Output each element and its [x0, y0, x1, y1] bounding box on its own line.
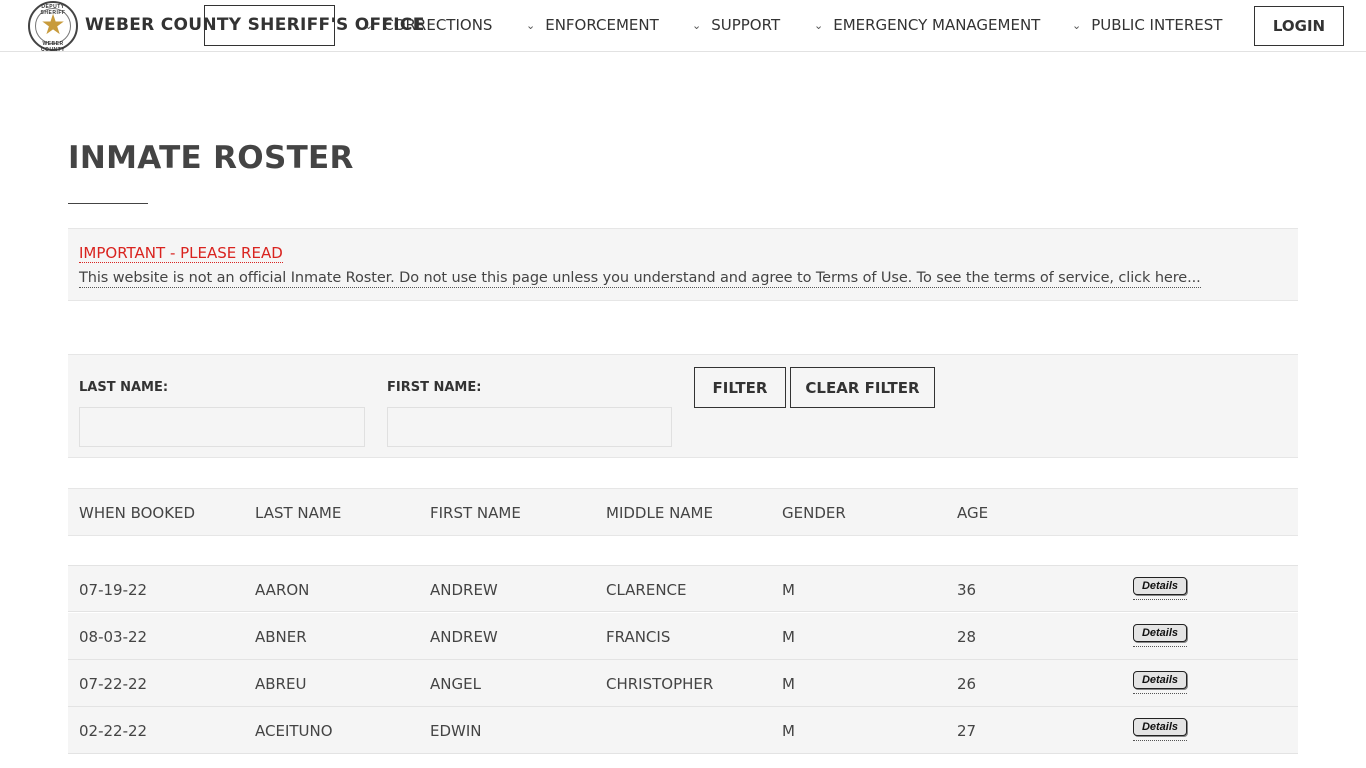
column-middle-name: MIDDLE NAME — [606, 504, 713, 522]
cell-first-name: ANDREW — [430, 628, 498, 646]
cell-middle-name: CHRISTOPHER — [606, 675, 714, 693]
first-name-label: FIRST NAME: — [387, 380, 482, 395]
chevron-down-icon: ⌄ — [692, 19, 702, 32]
column-gender: GENDER — [782, 504, 846, 522]
sheriff-star-icon: ★ — [40, 9, 66, 40]
nav-enforcement[interactable]: ⌄ ENFORCEMENT — [526, 16, 659, 34]
details-button[interactable]: Details — [1133, 671, 1187, 689]
cell-middle-name: CLARENCE — [606, 581, 687, 599]
table-header: WHEN BOOKED LAST NAME FIRST NAME MIDDLE … — [68, 488, 1298, 536]
cell-when-booked: 07-22-22 — [79, 675, 148, 693]
cell-gender: M — [782, 628, 795, 646]
login-button[interactable]: LOGIN — [1254, 6, 1344, 46]
column-last-name: LAST NAME — [255, 504, 342, 522]
aspirants-nav-box[interactable] — [204, 5, 335, 46]
details-button[interactable]: Details — [1133, 718, 1187, 736]
details-underline — [1133, 693, 1187, 694]
sheriff-badge-logo[interactable]: DEPUTY SHERIFF ★ WEBER COUNTY — [28, 1, 78, 53]
title-divider — [68, 203, 148, 204]
first-name-input[interactable] — [387, 407, 672, 447]
column-when-booked: WHEN BOOKED — [79, 504, 196, 522]
clear-filter-button[interactable]: CLEAR FILTER — [790, 367, 935, 408]
table-row: 07-22-22 ABREU ANGEL CHRISTOPHER M 26 De… — [68, 660, 1298, 707]
details-button[interactable]: Details — [1133, 577, 1187, 595]
cell-last-name: ABREU — [255, 675, 307, 693]
details-underline — [1133, 646, 1187, 647]
column-first-name: FIRST NAME — [430, 504, 521, 522]
page-title: INMATE ROSTER — [68, 140, 354, 176]
nav-public-interest[interactable]: ⌄ PUBLIC INTEREST — [1072, 16, 1222, 34]
logo-bottom-text: WEBER COUNTY — [40, 41, 66, 53]
site-header: DEPUTY SHERIFF ★ WEBER COUNTY WEBER COUN… — [0, 0, 1366, 53]
filter-panel: LAST NAME: FIRST NAME: FILTER CLEAR FILT… — [68, 354, 1298, 458]
column-age: AGE — [957, 504, 989, 522]
cell-when-booked: 02-22-22 — [79, 722, 148, 740]
details-underline — [1133, 740, 1187, 741]
notice-heading-link[interactable]: IMPORTANT - PLEASE READ — [79, 244, 283, 263]
cell-last-name: ABNER — [255, 628, 307, 646]
last-name-label: LAST NAME: — [79, 380, 169, 395]
chevron-down-icon: ⌄ — [526, 19, 536, 32]
details-button[interactable]: Details — [1133, 624, 1187, 642]
chevron-down-icon: ⌄ — [814, 19, 824, 32]
terms-of-service-link[interactable]: This website is not an official Inmate R… — [79, 269, 1201, 288]
last-name-input[interactable] — [79, 407, 365, 447]
cell-age: 28 — [957, 628, 977, 646]
cell-age: 27 — [957, 722, 977, 740]
cell-when-booked: 07-19-22 — [79, 581, 148, 599]
nav-corrections-label: CORRECTIONS — [383, 16, 493, 34]
filter-button[interactable]: FILTER — [694, 367, 786, 408]
nav-corrections[interactable]: ⌄ CORRECTIONS — [364, 16, 492, 34]
cell-gender: M — [782, 722, 795, 740]
cell-age: 36 — [957, 581, 977, 599]
nav-public-interest-label: PUBLIC INTEREST — [1091, 16, 1223, 34]
important-notice: IMPORTANT - PLEASE READ This website is … — [68, 228, 1298, 301]
cell-gender: M — [782, 675, 795, 693]
cell-age: 26 — [957, 675, 977, 693]
cell-last-name: AARON — [255, 581, 310, 599]
cell-gender: M — [782, 581, 795, 599]
chevron-down-icon: ⌄ — [364, 19, 374, 32]
chevron-down-icon: ⌄ — [1072, 19, 1082, 32]
cell-first-name: ANDREW — [430, 581, 498, 599]
table-row: 07-19-22 AARON ANDREW CLARENCE M 36 Deta… — [68, 565, 1298, 612]
table-row: 02-22-22 ACEITUNO EDWIN M 27 Details — [68, 707, 1298, 754]
details-underline — [1133, 599, 1187, 600]
cell-first-name: EDWIN — [430, 722, 482, 740]
nav-emergency-management-label: EMERGENCY MANAGEMENT — [833, 16, 1041, 34]
cell-when-booked: 08-03-22 — [79, 628, 148, 646]
nav-support[interactable]: ⌄ SUPPORT — [692, 16, 780, 34]
table-row: 08-03-22 ABNER ANDREW FRANCIS M 28 Detai… — [68, 613, 1298, 660]
cell-middle-name: FRANCIS — [606, 628, 671, 646]
cell-last-name: ACEITUNO — [255, 722, 333, 740]
nav-emergency-management[interactable]: ⌄ EMERGENCY MANAGEMENT — [814, 16, 1040, 34]
cell-first-name: ANGEL — [430, 675, 481, 693]
nav-enforcement-label: ENFORCEMENT — [545, 16, 659, 34]
nav-support-label: SUPPORT — [711, 16, 781, 34]
